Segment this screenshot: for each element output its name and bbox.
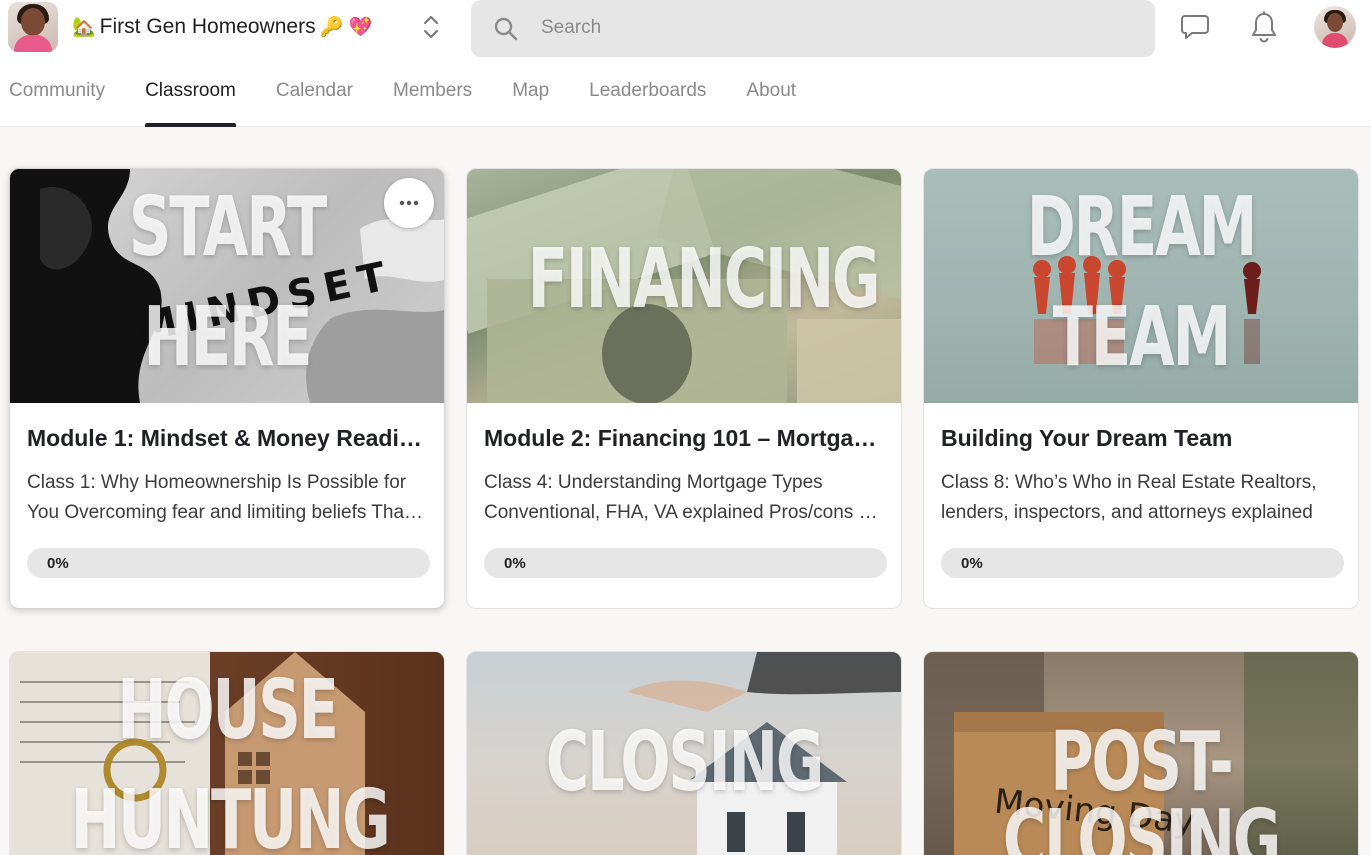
bell-icon[interactable] xyxy=(1247,10,1281,44)
tab-classroom[interactable]: Classroom xyxy=(145,68,236,127)
group-logo[interactable] xyxy=(8,2,58,52)
top-header: 🏡 First Gen Homeowners 🔑 💖 Community Cla… xyxy=(0,0,1371,127)
tab-community[interactable]: Community xyxy=(9,68,105,127)
course-title[interactable]: Building Your Dream Team xyxy=(941,425,1341,452)
thumb-title-line1: FINANCING xyxy=(527,232,881,327)
course-title[interactable]: Module 1: Mindset & Money Readiness xyxy=(27,425,427,452)
thumb-title-line2: HERE xyxy=(143,290,313,385)
group-name-text: First Gen Homeowners xyxy=(99,15,316,38)
more-options-button[interactable] xyxy=(384,178,434,228)
tab-map[interactable]: Map xyxy=(512,68,549,127)
nav-tabs: Community Classroom Calendar Members Map… xyxy=(0,68,796,127)
progress-label: 0% xyxy=(961,555,983,572)
user-avatar[interactable] xyxy=(1314,6,1356,48)
thumb-title-line2: TEAM xyxy=(1052,290,1232,385)
tab-calendar[interactable]: Calendar xyxy=(276,68,353,127)
course-description: Class 8: Who’s Who in Real Estate Realto… xyxy=(941,472,1317,523)
search-icon xyxy=(494,17,518,41)
house-emoji-icon: 🏡 xyxy=(72,17,96,38)
progress-bar: 0% xyxy=(941,548,1344,578)
group-switcher-chevrons-icon[interactable] xyxy=(420,12,442,42)
thumb-title-line1: HOUSE xyxy=(117,663,339,758)
progress-bar: 0% xyxy=(27,548,430,578)
course-thumbnail[interactable]: CLOSING xyxy=(467,652,901,855)
course-title[interactable]: Module 2: Financing 101 – Mortgage Basic… xyxy=(484,425,884,452)
thumb-title-line1: CLOSING xyxy=(545,715,824,810)
course-thumbnail[interactable]: MINDSET START HERE xyxy=(10,169,444,403)
thumb-title-line1: START xyxy=(128,180,327,275)
thumb-title-line1: DREAM xyxy=(1026,180,1258,275)
chat-icon[interactable] xyxy=(1178,10,1212,44)
course-card[interactable]: HOUSE HUNTUNG xyxy=(9,651,445,855)
progress-label: 0% xyxy=(47,555,69,572)
key-heart-emoji-icon: 🔑 💖 xyxy=(319,17,373,38)
search-bar[interactable] xyxy=(471,0,1155,57)
course-description: Class 4: Understanding Mortgage Types Co… xyxy=(484,472,875,523)
tab-members[interactable]: Members xyxy=(393,68,472,127)
search-input[interactable] xyxy=(541,10,1121,46)
course-thumbnail[interactable]: DREAM TEAM xyxy=(924,169,1358,403)
course-description: Class 1: Why Homeownership Is Possible f… xyxy=(27,472,410,523)
thumb-title-line2: HUNTUNG xyxy=(70,773,391,855)
group-name[interactable]: 🏡 First Gen Homeowners 🔑 💖 xyxy=(72,13,372,41)
course-card[interactable]: DREAM TEAM Building Your Dream Team Clas… xyxy=(923,168,1359,609)
course-thumbnail[interactable]: Moving Day POST-CLOSING xyxy=(924,652,1358,855)
progress-bar: 0% xyxy=(484,548,887,578)
course-card[interactable]: Moving Day POST-CLOSING xyxy=(923,651,1359,855)
course-thumbnail[interactable]: HOUSE HUNTUNG xyxy=(10,652,444,855)
tab-about[interactable]: About xyxy=(746,68,796,127)
course-thumbnail[interactable]: FINANCING xyxy=(467,169,901,403)
tab-leaderboards[interactable]: Leaderboards xyxy=(589,68,706,127)
progress-label: 0% xyxy=(504,555,526,572)
more-dots-icon xyxy=(399,200,419,206)
course-card[interactable]: MINDSET START HERE Module 1: Mindset & M… xyxy=(9,168,445,609)
thumb-title-line1: POST-CLOSING xyxy=(1002,715,1281,855)
course-card[interactable]: CLOSING xyxy=(466,651,902,855)
course-card[interactable]: FINANCING Module 2: Financing 101 – Mort… xyxy=(466,168,902,609)
